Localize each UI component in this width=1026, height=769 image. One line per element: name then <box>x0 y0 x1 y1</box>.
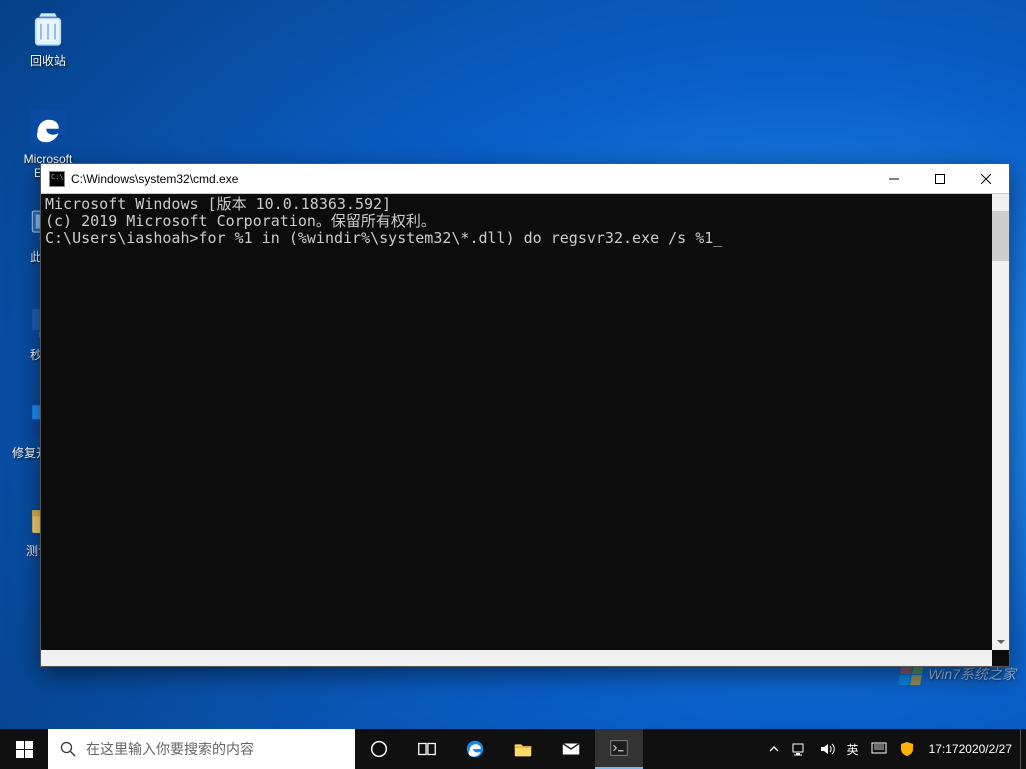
tray-volume-icon[interactable] <box>813 729 841 769</box>
terminal-cursor <box>713 229 722 247</box>
taskbar[interactable]: 在这里输入你要搜索的内容 英 <box>0 729 1026 769</box>
taskbar-app-explorer[interactable] <box>499 729 547 769</box>
taskbar-app-edge[interactable] <box>451 729 499 769</box>
start-button[interactable] <box>0 729 48 769</box>
minimize-button[interactable] <box>871 164 917 194</box>
maximize-button[interactable] <box>917 164 963 194</box>
terminal-prompt-line: C:\Users\iashoah>for %1 in (%windir%\sys… <box>45 230 1005 247</box>
window-title: C:\Windows\system32\cmd.exe <box>71 172 871 186</box>
tray-overflow-button[interactable] <box>763 729 785 769</box>
close-button[interactable] <box>963 164 1009 194</box>
taskbar-app-cmd[interactable] <box>595 729 643 769</box>
terminal-line: (c) 2019 Microsoft Corporation。保留所有权利。 <box>45 213 1005 230</box>
tray-ime-lang[interactable]: 英 <box>841 729 865 769</box>
search-placeholder: 在这里输入你要搜索的内容 <box>86 739 254 759</box>
cmd-window[interactable]: C:\Windows\system32\cmd.exe Microsoft Wi… <box>40 163 1010 667</box>
scrollbar-up-button[interactable] <box>992 194 1009 211</box>
desktop-icon-recycle-bin[interactable]: 回收站 <box>10 8 86 68</box>
search-icon <box>60 741 76 757</box>
tray-clock[interactable]: 17:17 2020/2/27 <box>921 729 1020 769</box>
task-view-button[interactable] <box>403 729 451 769</box>
tray-ime-button[interactable] <box>865 729 893 769</box>
terminal-line: Microsoft Windows [版本 10.0.18363.592] <box>45 196 1005 213</box>
scrollbar-thumb[interactable] <box>992 211 1009 261</box>
taskbar-search[interactable]: 在这里输入你要搜索的内容 <box>48 729 355 769</box>
clock-date: 2020/2/27 <box>959 742 1012 756</box>
system-tray[interactable]: 英 17:17 2020/2/27 <box>763 729 1026 769</box>
tray-network-icon[interactable] <box>785 729 813 769</box>
cmd-icon <box>49 171 65 187</box>
cortana-button[interactable] <box>355 729 403 769</box>
windows-start-icon <box>16 741 33 758</box>
show-desktop-button[interactable] <box>1020 729 1026 769</box>
desktop[interactable]: 回收站 Microsoft Edge 此电脑 秒关机 修复开始菜单 测试123 … <box>0 0 1026 729</box>
watermark-text: Win7系统之家 <box>928 664 1016 684</box>
recycle-bin-icon <box>27 8 69 50</box>
scrollbar-down-button[interactable] <box>992 633 1009 650</box>
terminal-command: for %1 in (%windir%\system32\*.dll) do r… <box>199 229 714 247</box>
clock-time: 17:17 <box>929 742 959 756</box>
edge-icon <box>27 106 69 148</box>
titlebar[interactable]: C:\Windows\system32\cmd.exe <box>41 164 1009 194</box>
desktop-icon-label: 回收站 <box>10 54 86 68</box>
terminal-prompt: C:\Users\iashoah> <box>45 229 199 247</box>
ime-lang-label: 英 <box>847 741 859 758</box>
taskbar-app-mail[interactable] <box>547 729 595 769</box>
terminal-body[interactable]: Microsoft Windows [版本 10.0.18363.592] (c… <box>41 194 1009 666</box>
tray-security-icon[interactable] <box>893 729 921 769</box>
vertical-scrollbar[interactable] <box>992 194 1009 650</box>
horizontal-scrollbar[interactable] <box>41 650 992 666</box>
